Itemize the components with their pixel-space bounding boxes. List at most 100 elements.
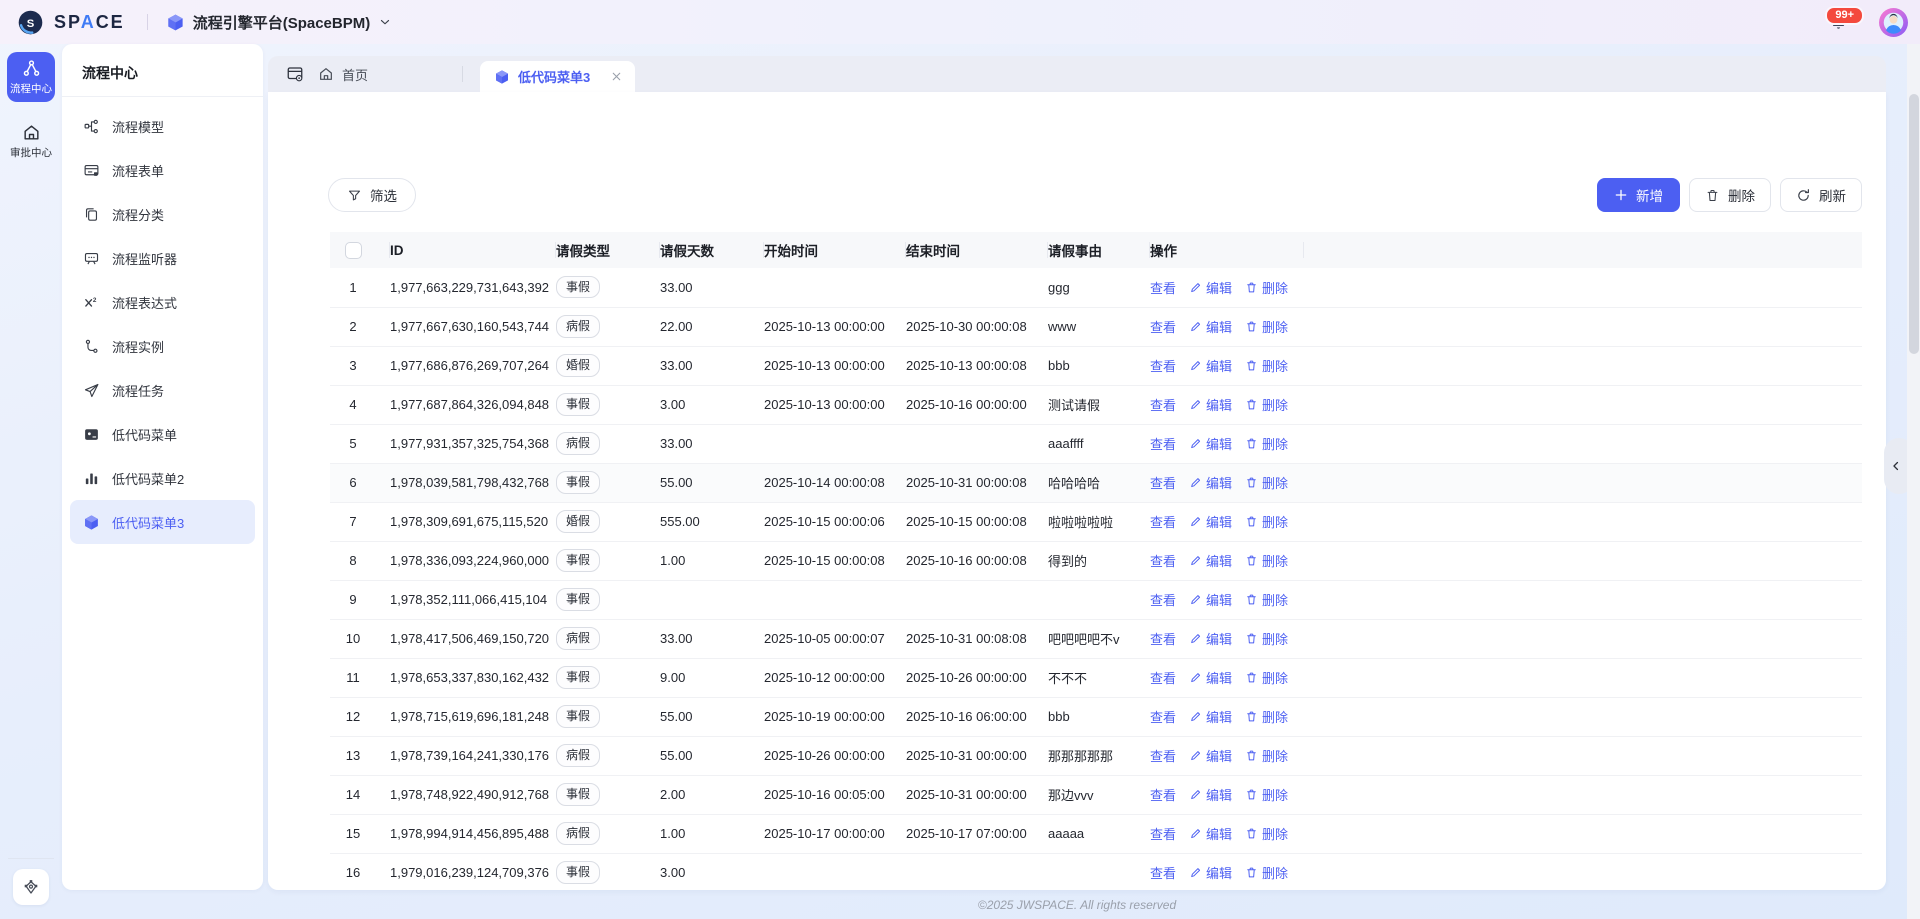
sidebar-item-lowcode-menu3[interactable]: 低代码菜单3 bbox=[70, 500, 255, 544]
edit-link[interactable]: 编辑 bbox=[1189, 278, 1232, 297]
view-link[interactable]: 查看 bbox=[1150, 668, 1176, 687]
view-link[interactable]: 查看 bbox=[1150, 473, 1176, 492]
trash-icon bbox=[1245, 632, 1258, 645]
delete-link[interactable]: 删除 bbox=[1245, 395, 1288, 414]
edit-link[interactable]: 编辑 bbox=[1189, 668, 1232, 687]
sidebar-item-process-category[interactable]: 流程分类 bbox=[70, 192, 255, 236]
table-row[interactable]: 10 1,978,417,506,469,150,720 病假 33.00 20… bbox=[330, 619, 1862, 658]
edit-link[interactable]: 编辑 bbox=[1189, 863, 1232, 882]
trash-icon bbox=[1245, 671, 1258, 684]
sidebar-item-lowcode-menu2[interactable]: 低代码菜单2 bbox=[70, 456, 255, 500]
view-link[interactable]: 查看 bbox=[1150, 512, 1176, 531]
edit-link[interactable]: 编辑 bbox=[1189, 746, 1232, 765]
page-scrollbar[interactable] bbox=[1907, 44, 1920, 919]
table-row[interactable]: 16 1,979,016,239,124,709,376 事假 3.00 查看 bbox=[330, 853, 1862, 890]
add-button[interactable]: 新增 bbox=[1597, 178, 1680, 212]
delete-link[interactable]: 删除 bbox=[1245, 668, 1288, 687]
table-row[interactable]: 5 1,977,931,357,325,754,368 病假 33.00 aaa… bbox=[330, 424, 1862, 463]
table-row[interactable]: 3 1,977,686,876,269,707,264 婚假 33.00 202… bbox=[330, 346, 1862, 385]
delete-link[interactable]: 删除 bbox=[1245, 317, 1288, 336]
view-link[interactable]: 查看 bbox=[1150, 434, 1176, 453]
delete-link[interactable]: 删除 bbox=[1245, 707, 1288, 726]
theme-designer-button[interactable] bbox=[13, 869, 49, 905]
edit-link[interactable]: 编辑 bbox=[1189, 785, 1232, 804]
delete-link[interactable]: 删除 bbox=[1245, 629, 1288, 648]
refresh-button[interactable]: 刷新 bbox=[1780, 178, 1862, 212]
table-row[interactable]: 12 1,978,715,619,696,181,248 事假 55.00 20… bbox=[330, 697, 1862, 736]
view-link[interactable]: 查看 bbox=[1150, 785, 1176, 804]
delete-link[interactable]: 删除 bbox=[1245, 434, 1288, 453]
table-row[interactable]: 13 1,978,739,164,241,330,176 病假 55.00 20… bbox=[330, 736, 1862, 775]
edit-link[interactable]: 编辑 bbox=[1189, 434, 1232, 453]
close-icon[interactable] bbox=[610, 70, 623, 83]
edit-link[interactable]: 编辑 bbox=[1189, 317, 1232, 336]
table-row[interactable]: 2 1,977,667,630,160,543,744 病假 22.00 202… bbox=[330, 307, 1862, 346]
sidebar-item-label: 流程实例 bbox=[112, 337, 164, 356]
tab-home[interactable]: 首页 bbox=[318, 56, 368, 92]
select-all-checkbox[interactable] bbox=[345, 242, 362, 259]
table-row[interactable]: 15 1,978,994,914,456,895,488 病假 1.00 202… bbox=[330, 814, 1862, 853]
data-table: ID 请假类型 请假天数 开始时间 结束时间 请假事由 操作 1 bbox=[330, 232, 1862, 890]
cell-end-time: 2025-10-31 00:00:00 bbox=[906, 775, 1048, 814]
view-link[interactable]: 查看 bbox=[1150, 707, 1176, 726]
table-row[interactable]: 9 1,978,352,111,066,415,104 事假 查看 bbox=[330, 580, 1862, 619]
edit-link[interactable]: 编辑 bbox=[1189, 395, 1232, 414]
view-link[interactable]: 查看 bbox=[1150, 356, 1176, 375]
table-row[interactable]: 1 1,977,663,229,731,643,392 事假 33.00 ggg… bbox=[330, 268, 1862, 307]
scrollbar-thumb[interactable] bbox=[1909, 94, 1919, 354]
tab-lowcode-menu3[interactable]: 低代码菜单3 bbox=[480, 61, 635, 92]
edit-link[interactable]: 编辑 bbox=[1189, 590, 1232, 609]
filter-button[interactable]: 筛选 bbox=[328, 178, 416, 212]
edit-link[interactable]: 编辑 bbox=[1189, 512, 1232, 531]
edit-link[interactable]: 编辑 bbox=[1189, 356, 1232, 375]
avatar[interactable] bbox=[1879, 8, 1908, 37]
edit-link[interactable]: 编辑 bbox=[1189, 824, 1232, 843]
delete-link[interactable]: 删除 bbox=[1245, 746, 1288, 765]
edit-link[interactable]: 编辑 bbox=[1189, 473, 1232, 492]
table-row[interactable]: 7 1,978,309,691,675,115,520 婚假 555.00 20… bbox=[330, 502, 1862, 541]
bar-chart-icon bbox=[83, 470, 100, 487]
edit-link[interactable]: 编辑 bbox=[1189, 629, 1232, 648]
rail-item-process-center[interactable]: 流程中心 bbox=[7, 52, 55, 102]
module-switcher[interactable]: 流程引擎平台(SpaceBPM) bbox=[166, 12, 393, 33]
delete-link[interactable]: 删除 bbox=[1245, 278, 1288, 297]
view-link[interactable]: 查看 bbox=[1150, 863, 1176, 882]
delete-link[interactable]: 删除 bbox=[1245, 863, 1288, 882]
rail-item-approval-center[interactable]: 审批中心 bbox=[7, 116, 55, 166]
view-link[interactable]: 查看 bbox=[1150, 824, 1176, 843]
edit-icon bbox=[1189, 827, 1202, 840]
delete-link[interactable]: 删除 bbox=[1245, 551, 1288, 570]
row-actions: 查看 编辑 bbox=[1150, 707, 1296, 726]
edit-link[interactable]: 编辑 bbox=[1189, 707, 1232, 726]
view-link[interactable]: 查看 bbox=[1150, 590, 1176, 609]
sidebar-item-process-model[interactable]: 流程模型 bbox=[70, 104, 255, 148]
delete-link[interactable]: 删除 bbox=[1245, 785, 1288, 804]
view-link[interactable]: 查看 bbox=[1150, 395, 1176, 414]
view-link[interactable]: 查看 bbox=[1150, 278, 1176, 297]
delete-link[interactable]: 删除 bbox=[1245, 590, 1288, 609]
brand-logo[interactable]: S SPACE bbox=[0, 9, 125, 36]
view-link[interactable]: 查看 bbox=[1150, 317, 1176, 336]
delete-link[interactable]: 删除 bbox=[1245, 356, 1288, 375]
view-link[interactable]: 查看 bbox=[1150, 746, 1176, 765]
delete-link[interactable]: 删除 bbox=[1245, 473, 1288, 492]
sidebar-item-process-task[interactable]: 流程任务 bbox=[70, 368, 255, 412]
delete-button[interactable]: 删除 bbox=[1689, 178, 1771, 212]
table-row[interactable]: 6 1,978,039,581,798,432,768 事假 55.00 202… bbox=[330, 463, 1862, 502]
sidebar-item-process-instance[interactable]: 流程实例 bbox=[70, 324, 255, 368]
table-row[interactable]: 4 1,977,687,864,326,094,848 事假 3.00 2025… bbox=[330, 385, 1862, 424]
sidebar-item-process-expression[interactable]: 2 流程表达式 bbox=[70, 280, 255, 324]
delete-link[interactable]: 删除 bbox=[1245, 824, 1288, 843]
sidebar-item-process-listener[interactable]: 流程监听器 bbox=[70, 236, 255, 280]
view-link[interactable]: 查看 bbox=[1150, 629, 1176, 648]
table-row[interactable]: 14 1,978,748,922,490,912,768 事假 2.00 202… bbox=[330, 775, 1862, 814]
sidebar-item-process-form[interactable]: 流程表单 bbox=[70, 148, 255, 192]
tab-manager-icon[interactable] bbox=[286, 65, 304, 83]
sidebar-item-lowcode-menu[interactable]: 低代码菜单 bbox=[70, 412, 255, 456]
table-row[interactable]: 8 1,978,336,093,224,960,000 事假 1.00 2025… bbox=[330, 541, 1862, 580]
table-row[interactable]: 11 1,978,653,337,830,162,432 事假 9.00 202… bbox=[330, 658, 1862, 697]
delete-link[interactable]: 删除 bbox=[1245, 512, 1288, 531]
edit-link[interactable]: 编辑 bbox=[1189, 551, 1232, 570]
view-link[interactable]: 查看 bbox=[1150, 551, 1176, 570]
leave-type-tag: 婚假 bbox=[556, 510, 600, 532]
